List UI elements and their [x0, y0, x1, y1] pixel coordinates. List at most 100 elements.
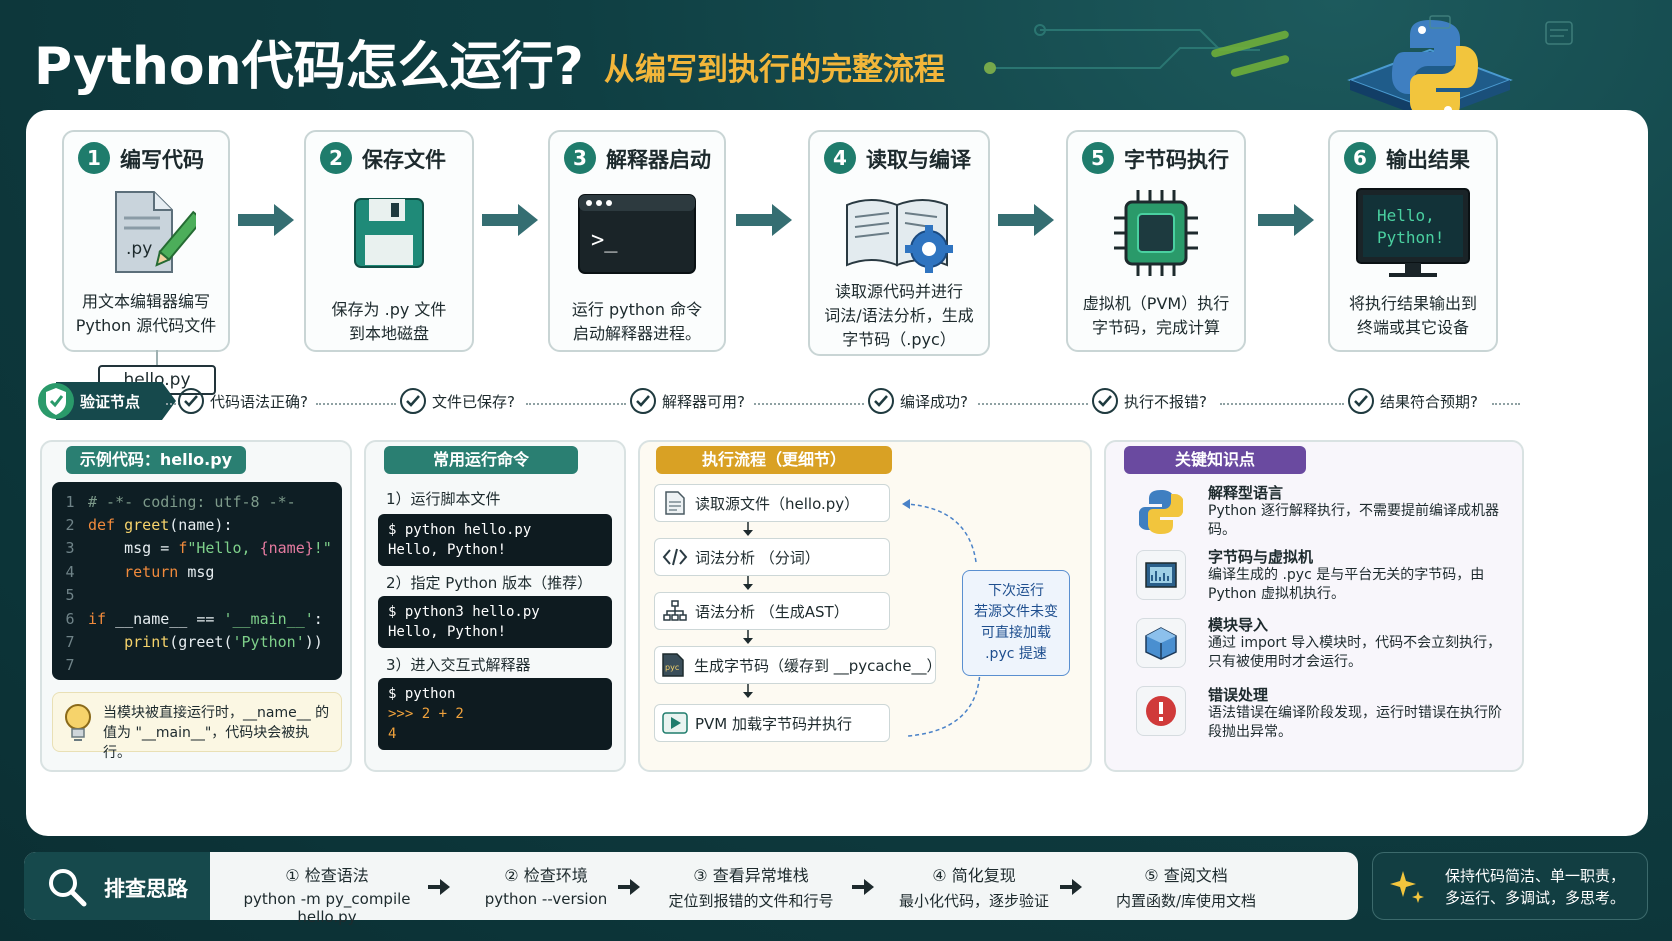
flow-title: 执行流程（更细节）	[656, 446, 892, 474]
knowledge-item-title: 模块导入	[1208, 616, 1269, 634]
step-read-compile: 4 读取与编译 读取源代码并进行 词法/语法分析，生成 字节码（.pyc）	[808, 130, 990, 356]
knowledge-item-title: 解释型语言	[1208, 484, 1284, 502]
check-syntax: 代码语法正确?	[178, 388, 308, 414]
terminal-icon: >_	[550, 188, 724, 278]
play-icon	[655, 712, 695, 734]
prompt-label: >_	[591, 228, 618, 253]
step-description: 虚拟机（PVM）执行 字节码，完成计算	[1082, 294, 1230, 337]
arrow-right-icon	[1060, 879, 1082, 895]
step-description: 运行 python 命令 启动解释器进程。	[571, 300, 703, 343]
check-circle-icon	[178, 388, 204, 414]
file-tag-connector	[156, 350, 158, 366]
troubleshoot-step: ④ 简化复现 最小化代码，逐步验证	[898, 866, 1049, 910]
arrow-down-icon	[743, 522, 753, 536]
terminal-block: $ python hello.py Hello, Python!	[378, 514, 612, 566]
step-interpreter-start: 3 解释器启动 >_ 运行 python 命令 启动解释器进程。	[548, 130, 726, 352]
arrow-down-icon	[743, 684, 753, 698]
step-write-code: 1 编写代码 .py 用文本编辑器编写 Python 源代码文件	[62, 130, 230, 352]
knowledge-item-desc: 通过 import 导入模块时，代码不会立刻执行，只有被使用时才会运行。	[1208, 635, 1502, 670]
troubleshoot-step: ⑤ 查阅文档 内置函数/库使用文档	[1115, 866, 1257, 910]
verify-badge-label: 验证节点	[80, 393, 140, 411]
example-code-title: 示例代码：hello.py	[66, 446, 246, 474]
check-result: 结果符合预期?	[1348, 388, 1478, 414]
step-title: 输出结果	[1386, 148, 1470, 172]
step-description: 用文本编辑器编写 Python 源代码文件	[75, 292, 217, 335]
step-title: 保存文件	[362, 148, 446, 172]
pyc-file-icon: pyc	[655, 652, 694, 678]
step-description: 保存为 .py 文件 到本地磁盘	[331, 300, 447, 343]
terminal-block: $ python >>> 2 + 24	[378, 678, 612, 750]
hello-label: Hello,	[1377, 206, 1435, 225]
troubleshoot-head: 排查思路	[24, 852, 210, 920]
python-logo-icon	[1136, 486, 1186, 536]
step-number: 5	[1082, 142, 1114, 174]
check-circle-icon	[630, 388, 656, 414]
page-title: Python代码怎么运行?	[34, 37, 584, 97]
module-cube-icon	[1136, 618, 1186, 668]
arrow-right-icon	[482, 204, 538, 236]
code-block: 1 # -*- coding: utf-8 -*- 2 def greet(name…	[52, 482, 342, 680]
command-heading: 1）运行脚本文件	[386, 490, 501, 508]
main-panel: 1 编写代码 .py 用文本编辑器编写 Python 源代码文件 hello.py…	[26, 110, 1648, 836]
arrow-right-icon	[428, 879, 450, 895]
troubleshoot-step: ① 检查语法 python -m py_compile hello.py	[243, 866, 411, 926]
knowledge-item-title: 错误处理	[1208, 686, 1269, 704]
chip-icon	[1068, 188, 1244, 278]
document-icon	[655, 490, 695, 516]
arrow-down-icon	[743, 630, 753, 644]
flow-step-read: 读取源文件（hello.py）	[654, 484, 890, 522]
arrow-right-icon	[998, 204, 1054, 236]
step-title: 解释器启动	[606, 148, 711, 172]
dash-connector	[526, 403, 626, 405]
check-circle-icon	[1092, 388, 1118, 414]
monitor-icon: Hello, Python!	[1330, 188, 1496, 278]
check-file-saved: 文件已保存?	[400, 388, 515, 414]
knowledge-title: 关键知识点	[1124, 446, 1306, 474]
step-description: 读取源代码并进行 词法/语法分析，生成 字节码（.pyc）	[824, 282, 974, 349]
check-compile: 编译成功?	[868, 388, 968, 414]
python-label: Python!	[1377, 228, 1444, 247]
troubleshoot-title: 排查思路	[104, 877, 188, 901]
motto-text: 保持代码简洁、单一职责， 多运行、多调试，多思考。	[1445, 867, 1626, 907]
lightbulb-icon	[65, 704, 91, 741]
step-title: 编写代码	[120, 148, 204, 172]
dash-connector	[978, 403, 1088, 405]
tip-box: 当模块被直接运行时，__name__ 的值为 "__main__"，代码块会被执…	[52, 692, 342, 761]
commands-title: 常用运行命令	[384, 446, 578, 474]
arrow-right-icon	[852, 879, 874, 895]
check-execution: 执行不报错?	[1092, 388, 1207, 414]
tip-text: 当模块被直接运行时，__name__ 的值为 "__main__"，代码块会被执…	[103, 705, 330, 761]
flow-step-pvm: PVM 加载字节码并执行	[654, 704, 890, 742]
page-subtitle: 从编写到执行的完整流程	[604, 52, 945, 88]
code-brackets-icon	[655, 547, 695, 567]
step-number: 3	[564, 142, 596, 174]
flow-step-bytecode: pyc 生成字节码（缓存到 __pycache__）	[654, 646, 942, 684]
knowledge-item-desc: 编译生成的 .pyc 是与平台无关的字节码，由 Python 虚拟机执行。	[1208, 567, 1485, 602]
check-circle-icon	[400, 388, 426, 414]
arrow-right-icon	[238, 204, 294, 236]
file-pencil-icon: .py	[64, 188, 228, 278]
troubleshoot-step: ② 检查环境 python --version	[484, 866, 608, 908]
step-number: 4	[824, 142, 856, 174]
py-file-label: .py	[126, 239, 152, 259]
arrow-right-icon	[736, 204, 792, 236]
arrow-right-icon	[1258, 204, 1314, 236]
flow-step-syntax: 语法分析 （生成AST）	[654, 592, 890, 630]
knowledge-item-title: 字节码与虚拟机	[1208, 548, 1314, 566]
step-title: 读取与编译	[866, 148, 971, 172]
knowledge-item-desc: Python 逐行解释执行，不需要提前编译成机器码。	[1208, 503, 1499, 538]
arrow-down-icon	[743, 576, 753, 590]
step-bytecode-exec: 5 字节码执行 虚拟机（PVM）执行 字节码，完成计算	[1066, 130, 1246, 352]
check-circle-icon	[1348, 388, 1374, 414]
tree-icon	[655, 600, 695, 622]
search-icon	[49, 869, 87, 907]
step-number: 1	[78, 142, 110, 174]
book-gear-icon	[810, 188, 988, 278]
check-circle-icon	[868, 388, 894, 414]
arrow-right-icon	[618, 879, 640, 895]
check-interpreter: 解释器可用?	[630, 388, 745, 414]
dash-connector	[316, 403, 396, 405]
step-number: 2	[320, 142, 352, 174]
step-output-result: 6 输出结果 Hello, Python! 将执行结果输出到 终端或其它设备	[1328, 130, 1498, 352]
step-number: 6	[1344, 142, 1376, 174]
